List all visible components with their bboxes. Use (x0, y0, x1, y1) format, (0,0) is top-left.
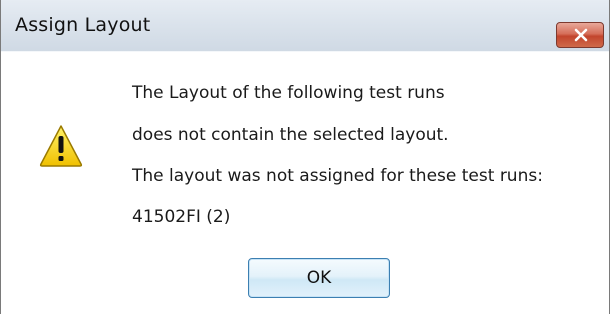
ok-button[interactable]: OK (248, 258, 390, 298)
test-run-name: 41502FI (2) (132, 207, 231, 227)
assign-layout-dialog: Assign Layout The Layout of the followin… (0, 0, 610, 314)
message-line-2: does not contain the selected layout. (132, 125, 449, 145)
dialog-content: The Layout of the following test runs do… (1, 52, 609, 314)
close-icon (574, 28, 588, 42)
title-bar[interactable]: Assign Layout (1, 0, 609, 52)
close-button[interactable] (556, 22, 604, 48)
message-line-1: The Layout of the following test runs (132, 83, 445, 103)
dialog-title: Assign Layout (15, 14, 151, 36)
message-line-3: The layout was not assigned for these te… (132, 166, 543, 186)
warning-icon (39, 125, 83, 167)
